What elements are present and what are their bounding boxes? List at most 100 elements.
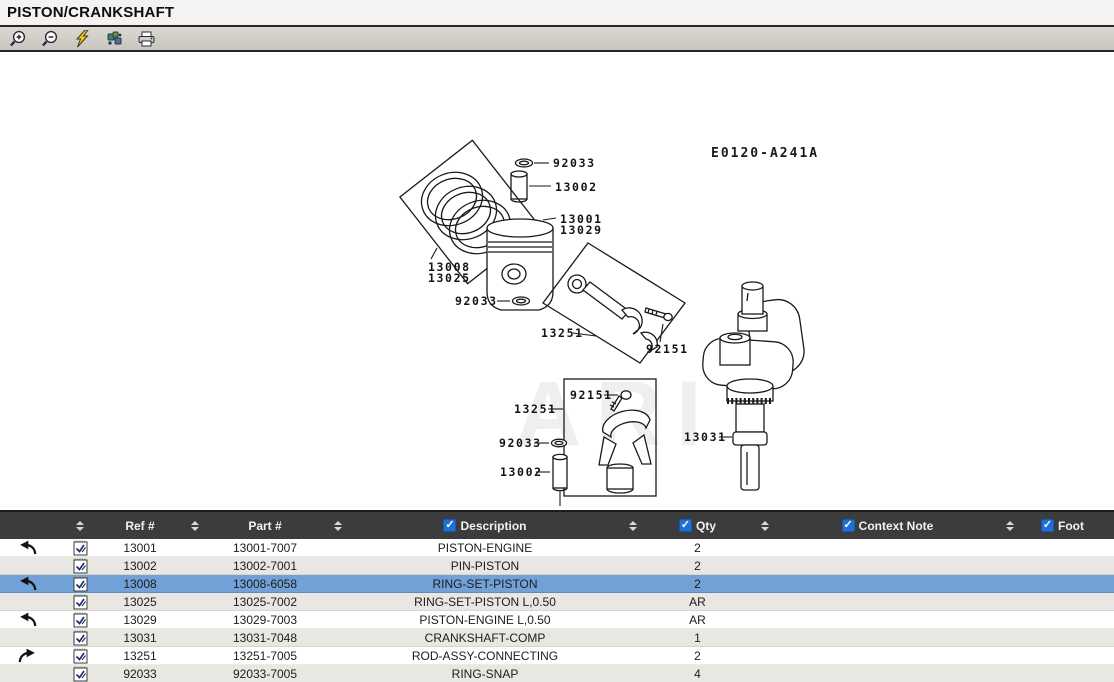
cell-ref: 13008 bbox=[105, 575, 175, 592]
cell-description: RING-SET-PISTON bbox=[360, 575, 610, 592]
cell-context-note bbox=[790, 611, 985, 628]
callout-bolt-lower[interactable]: 92151 bbox=[570, 388, 613, 402]
cell-context-note bbox=[790, 647, 985, 664]
cell-ref: 92033 bbox=[105, 665, 175, 682]
callout-ringset-b[interactable]: 13025 bbox=[428, 271, 471, 285]
cell-part: 92033-7005 bbox=[215, 665, 315, 682]
cell-description: ROD-ASSY-CONNECTING bbox=[360, 647, 610, 664]
table-row[interactable]: 13251 13251-7005 ROD-ASSY-CONNECTING 2 bbox=[0, 647, 1114, 665]
zoom-out-button[interactable] bbox=[40, 29, 60, 48]
cell-footnote bbox=[1035, 665, 1114, 682]
cell-part: 13025-7002 bbox=[215, 593, 315, 610]
pick-list-icon[interactable] bbox=[73, 576, 88, 592]
part-piston[interactable]: 13001 13029 bbox=[487, 212, 603, 310]
table-row[interactable]: 13031 13031-7048 CRANKSHAFT-COMP 1 bbox=[0, 629, 1114, 647]
cell-description: PISTON-ENGINE bbox=[360, 539, 610, 556]
cell-description: CRANKSHAFT-COMP bbox=[360, 629, 610, 646]
callout-pin-top[interactable]: 13002 bbox=[555, 180, 598, 194]
table-row[interactable]: 13029 13029-7003 PISTON-ENGINE L,0.50 AR bbox=[0, 611, 1114, 629]
cell-description: PIN-PISTON bbox=[360, 557, 610, 574]
cell-footnote bbox=[1035, 647, 1114, 664]
pick-list-icon[interactable] bbox=[73, 630, 88, 646]
callout-snap-ring-mid[interactable]: 92033 bbox=[455, 294, 498, 308]
pick-list-icon[interactable] bbox=[73, 612, 88, 628]
hotspots-button[interactable] bbox=[72, 29, 92, 48]
parts-table-header: Ref # Part # ✓ Description ✓ Qty ✓ Conte… bbox=[0, 510, 1114, 539]
cell-footnote bbox=[1035, 629, 1114, 646]
callout-pin-low[interactable]: 13002 bbox=[500, 465, 543, 479]
cell-description: PISTON-ENGINE L,0.50 bbox=[360, 611, 610, 628]
cell-ref: 13251 bbox=[105, 647, 175, 664]
sort-ref-control[interactable] bbox=[191, 521, 199, 531]
sort-icon-col-control[interactable] bbox=[76, 521, 84, 531]
header-spacer bbox=[0, 512, 55, 539]
part-crankshaft[interactable]: 13031 bbox=[684, 282, 807, 490]
cell-footnote bbox=[1035, 557, 1114, 574]
pick-list-icon[interactable] bbox=[73, 666, 88, 682]
table-row[interactable]: 13025 13025-7002 RING-SET-PISTON L,0.50 … bbox=[0, 593, 1114, 611]
cell-part: 13251-7005 bbox=[215, 647, 315, 664]
cell-ref: 13002 bbox=[105, 557, 175, 574]
supersede-arrow-icon bbox=[18, 648, 37, 663]
cell-footnote bbox=[1035, 575, 1114, 592]
cell-qty: 2 bbox=[655, 539, 740, 556]
cell-qty: 1 bbox=[655, 629, 740, 646]
part-snap-ring-low[interactable]: 92033 bbox=[499, 436, 567, 450]
table-row[interactable]: 92033 92033-7005 RING-SNAP 4 bbox=[0, 665, 1114, 682]
callout-piston-b[interactable]: 13029 bbox=[560, 223, 603, 237]
sort-context-note-control[interactable] bbox=[1006, 521, 1014, 531]
callout-bolt-upper[interactable]: 92151 bbox=[646, 342, 689, 356]
footnote-column-checkbox[interactable]: ✓ bbox=[1041, 519, 1054, 532]
cell-qty: 2 bbox=[655, 575, 740, 592]
pick-list-icon[interactable] bbox=[73, 540, 88, 556]
header-context-note: Context Note bbox=[859, 519, 934, 533]
part-piston-pin-top[interactable]: 13002 bbox=[511, 171, 598, 202]
header-footnote: Foot bbox=[1058, 519, 1084, 533]
title-bar: PISTON/CRANKSHAFT bbox=[0, 0, 1114, 27]
callout-snap-ring-low[interactable]: 92033 bbox=[499, 436, 542, 450]
zoom-in-icon bbox=[9, 30, 27, 48]
cell-context-note bbox=[790, 557, 985, 574]
zoom-out-icon bbox=[41, 30, 59, 48]
qty-column-checkbox[interactable]: ✓ bbox=[679, 519, 692, 532]
hotspot-select-button[interactable] bbox=[104, 29, 124, 48]
part-piston-pin-low[interactable]: 13002 bbox=[500, 454, 567, 506]
print-button[interactable] bbox=[136, 29, 156, 48]
cell-footnote bbox=[1035, 593, 1114, 610]
supersede-arrow-icon bbox=[18, 612, 37, 627]
cell-footnote bbox=[1035, 539, 1114, 556]
pick-list-icon[interactable] bbox=[73, 594, 88, 610]
cell-part: 13008-6058 bbox=[215, 575, 315, 592]
cell-qty: 2 bbox=[655, 647, 740, 664]
callout-rod-lower[interactable]: 13251 bbox=[514, 402, 557, 416]
pick-list-icon[interactable] bbox=[73, 648, 88, 664]
description-column-checkbox[interactable]: ✓ bbox=[443, 519, 456, 532]
callout-snap-ring-top[interactable]: 92033 bbox=[553, 156, 596, 170]
header-ref: Ref # bbox=[105, 512, 175, 539]
table-row[interactable]: 13008 13008-6058 RING-SET-PISTON 2 bbox=[0, 575, 1114, 593]
page-title: PISTON/CRANKSHAFT bbox=[7, 4, 174, 21]
printer-icon bbox=[137, 30, 156, 48]
cell-context-note bbox=[790, 629, 985, 646]
table-row[interactable]: 13002 13002-7001 PIN-PISTON 2 bbox=[0, 557, 1114, 575]
callout-rod-upper[interactable]: 13251 bbox=[541, 326, 584, 340]
header-qty: Qty bbox=[696, 519, 716, 533]
pick-list-icon[interactable] bbox=[73, 558, 88, 574]
zoom-in-button[interactable] bbox=[8, 29, 28, 48]
table-row[interactable]: 13001 13001-7007 PISTON-ENGINE 2 bbox=[0, 539, 1114, 557]
part-snap-ring-top[interactable]: 92033 bbox=[516, 156, 596, 170]
context-note-column-checkbox[interactable]: ✓ bbox=[842, 519, 855, 532]
cell-qty: 2 bbox=[655, 557, 740, 574]
cell-context-note bbox=[790, 593, 985, 610]
cell-part: 13001-7007 bbox=[215, 539, 315, 556]
sort-part-control[interactable] bbox=[334, 521, 342, 531]
sort-description-control[interactable] bbox=[629, 521, 637, 531]
callout-crankshaft[interactable]: 13031 bbox=[684, 430, 727, 444]
sort-qty-control[interactable] bbox=[761, 521, 769, 531]
supersede-arrow-icon bbox=[18, 576, 37, 591]
header-part: Part # bbox=[215, 512, 315, 539]
cell-ref: 13031 bbox=[105, 629, 175, 646]
cell-context-note bbox=[790, 665, 985, 682]
cell-description: RING-SET-PISTON L,0.50 bbox=[360, 593, 610, 610]
part-rod-assembly-upper[interactable]: 13251 92151 bbox=[541, 243, 689, 363]
